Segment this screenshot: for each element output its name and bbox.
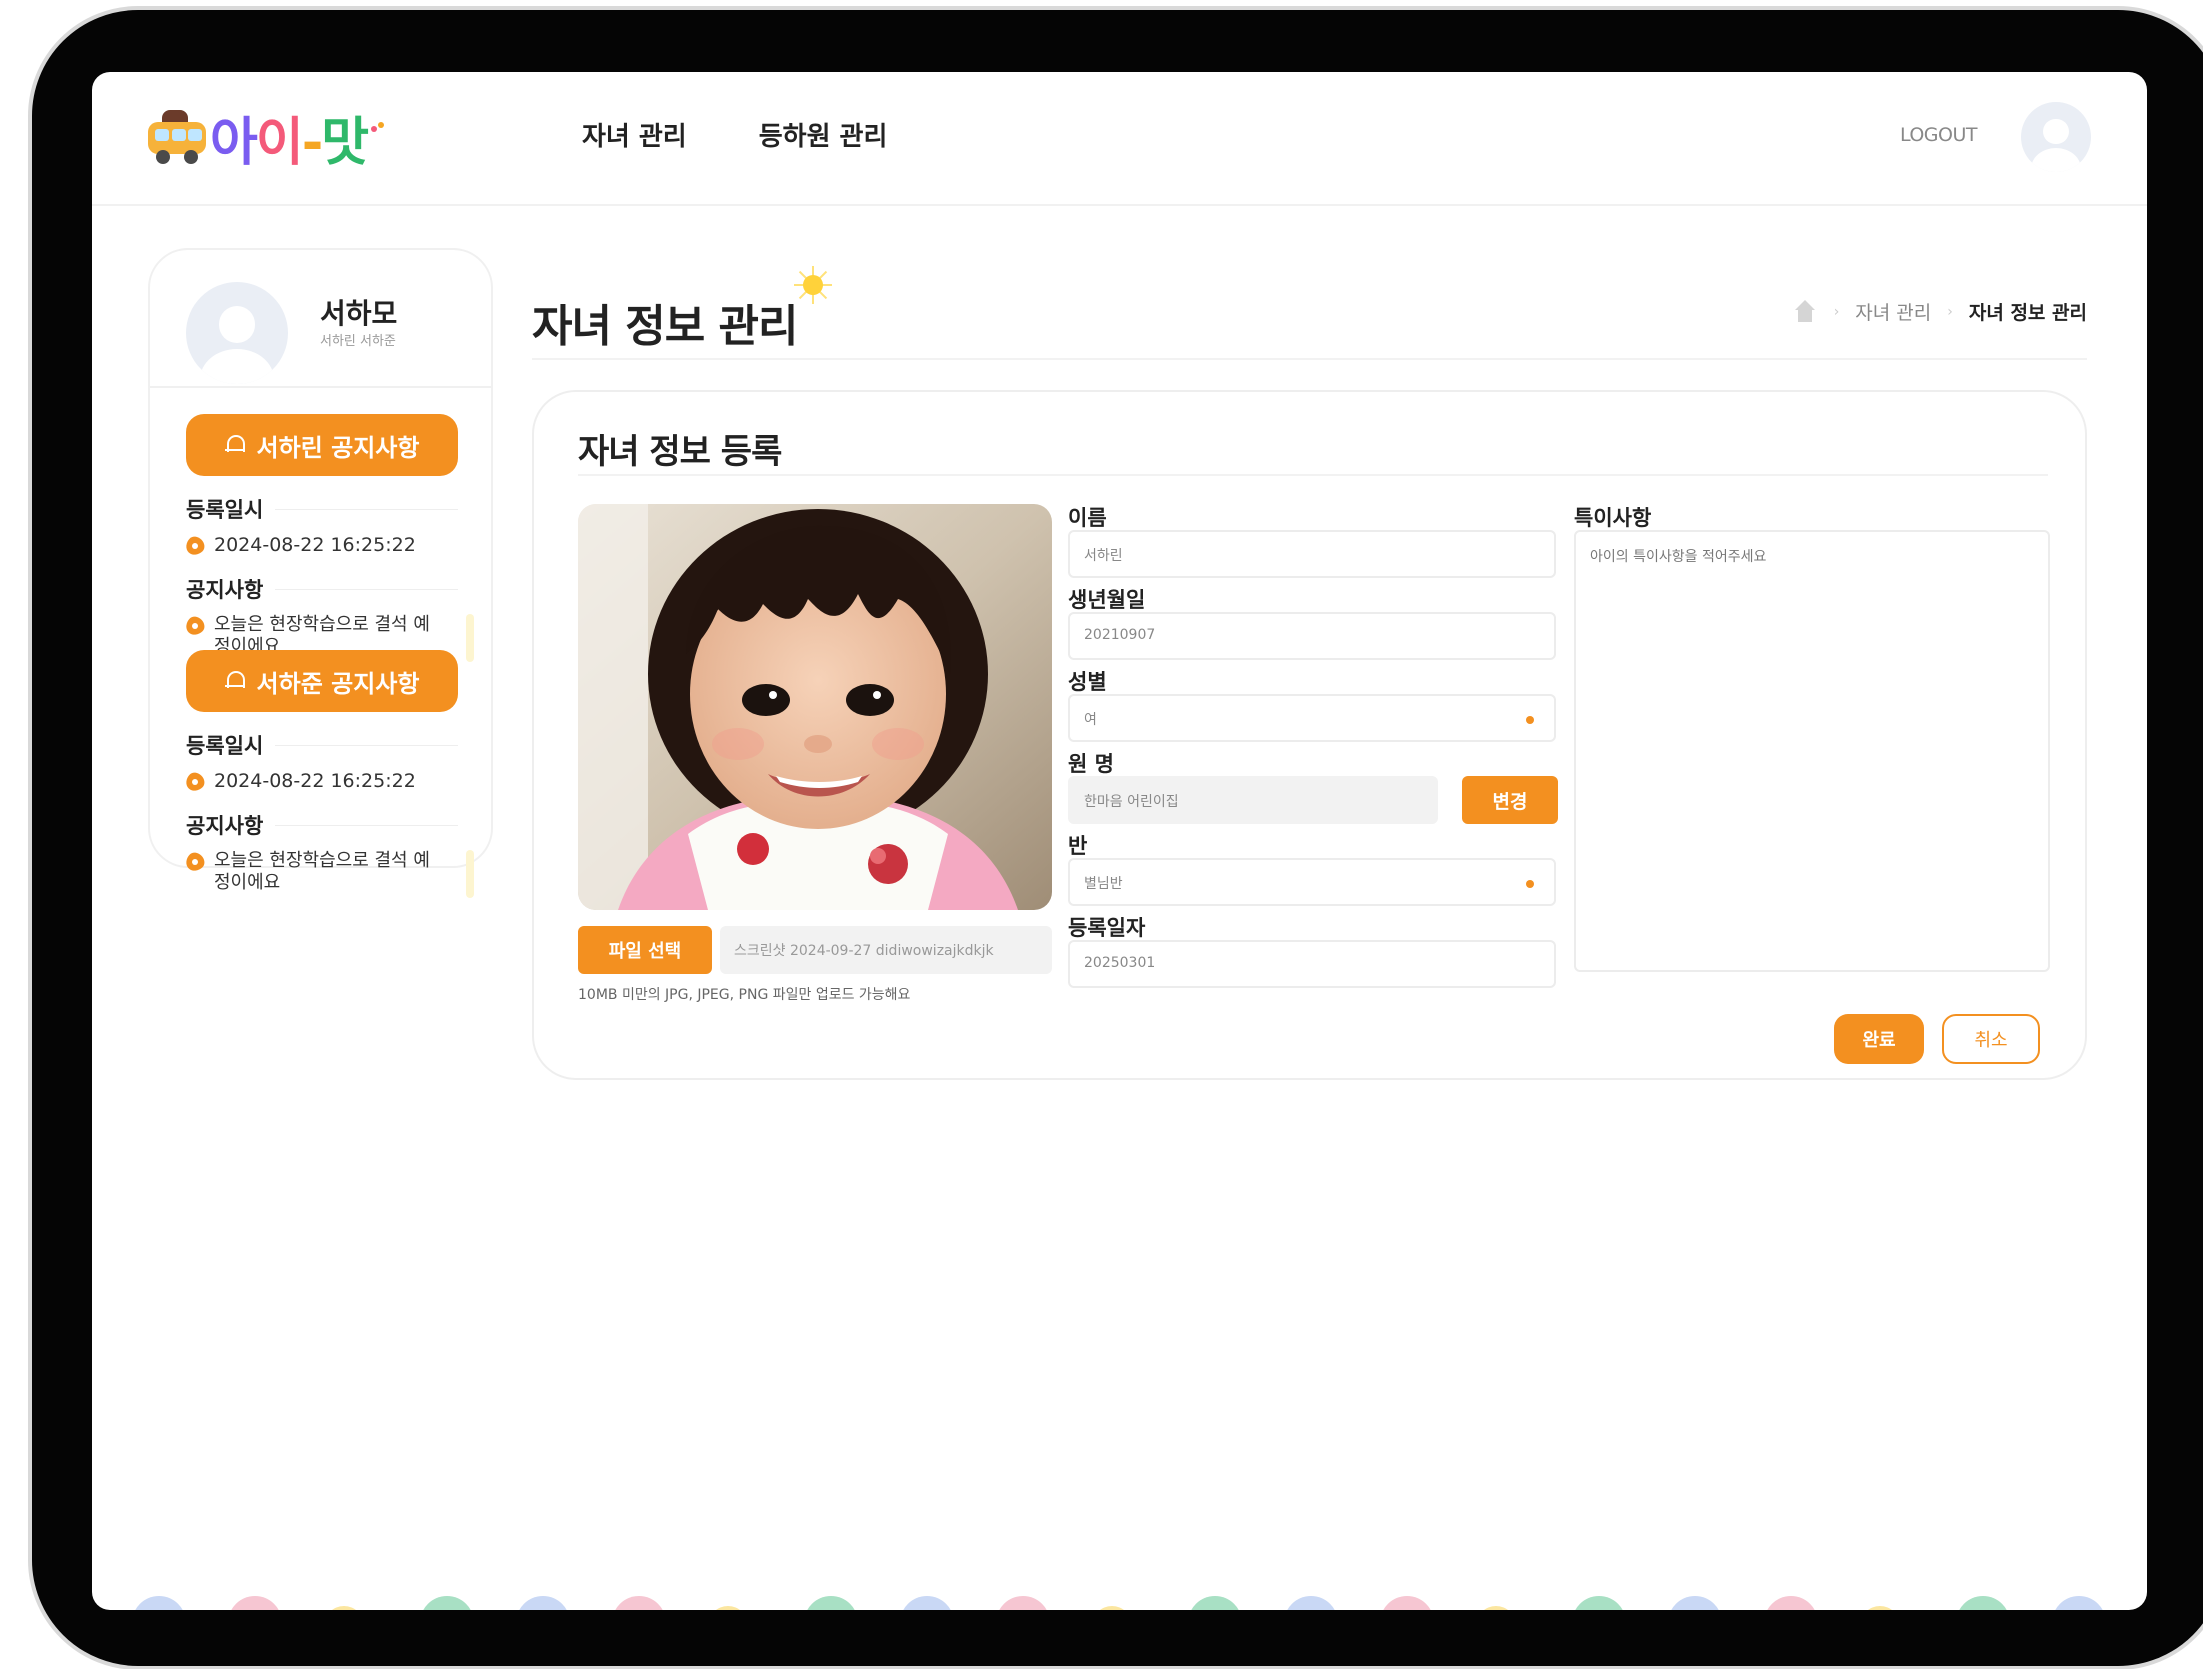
notice-content-row: 오늘은 현장학습으로 결석 예정이에요 xyxy=(186,850,474,898)
profile-avatar xyxy=(186,282,288,384)
divider xyxy=(578,474,2048,476)
notice-button-harin[interactable]: 서하린 공지사항 xyxy=(186,414,458,476)
birth-input[interactable]: 20210907 xyxy=(1068,612,1556,660)
main-nav: 자녀 관리 등하원 관리 xyxy=(582,116,887,153)
notes-textarea[interactable]: 아이의 특이사항을 적어주세요 xyxy=(1574,530,2050,972)
flower-icon xyxy=(186,773,204,791)
flower-icon xyxy=(186,853,204,871)
notice-date-row: 2024-08-22 16:25:22 xyxy=(186,534,458,556)
kindergarten-input: 한마음 어린이집 xyxy=(1068,776,1438,824)
sun-icon xyxy=(794,266,832,304)
scroll-indicator xyxy=(466,850,474,898)
logout-link[interactable]: LOGOUT xyxy=(1900,124,1978,146)
name-label: 이름 xyxy=(1068,506,1107,530)
kindergarten-change-button[interactable]: 변경 xyxy=(1462,776,1558,824)
file-hint: 10MB 미만의 JPG, JPEG, PNG 파일만 업로드 가능해요 xyxy=(578,987,911,1003)
gender-select[interactable]: 여 xyxy=(1068,694,1556,742)
profile-section: 서하모 서하린 서하준 xyxy=(150,250,491,388)
class-label: 반 xyxy=(1068,834,1088,858)
notice-date-value: 2024-08-22 16:25:22 xyxy=(214,770,416,792)
gender-label: 성별 xyxy=(1068,670,1107,694)
dropdown-indicator-icon xyxy=(1526,880,1534,888)
file-select-button[interactable]: 파일 선택 xyxy=(578,926,712,974)
dropdown-indicator-icon xyxy=(1526,716,1534,724)
notice-date-label: 등록일시 xyxy=(186,494,458,524)
form-title: 자녀 정보 등록 xyxy=(578,432,782,472)
done-button[interactable]: 완료 xyxy=(1834,1014,1924,1064)
profile-name: 서하모 xyxy=(320,297,398,330)
kindergarten-label: 원 명 xyxy=(1068,752,1114,776)
notice-card-hajun: 서하준 공지사항 등록일시 2024-08-22 16:25:22 공지사항 오… xyxy=(186,650,474,898)
logo-text: 아이-맛 xyxy=(210,112,369,173)
nav-child-management[interactable]: 자녀 관리 xyxy=(582,116,687,153)
bottom-decoration xyxy=(92,1590,2147,1610)
notice-button-hajun[interactable]: 서하준 공지사항 xyxy=(186,650,458,712)
notice-content-label: 공지사항 xyxy=(186,574,458,604)
breadcrumb: › 자녀 관리 › 자녀 정보 관리 xyxy=(1792,298,2087,325)
reg-date-label: 등록일자 xyxy=(1068,916,1146,940)
breadcrumb-item[interactable]: 자녀 관리 xyxy=(1855,298,1931,325)
child-info-form: 자녀 정보 등록 파일 선택 스크린샷 2024-09-27 didiwowiz… xyxy=(532,390,2087,1080)
user-avatar[interactable] xyxy=(2021,102,2091,172)
name-input[interactable]: 서하린 xyxy=(1068,530,1556,578)
flower-icon xyxy=(186,537,204,555)
bell-icon xyxy=(224,434,245,456)
sidebar: 서하모 서하린 서하준 서하린 공지사항 등록일시 2024-08-22 16:… xyxy=(148,248,493,898)
notes-label: 특이사항 xyxy=(1574,506,1652,530)
app-screen: 아이-맛 자녀 관리 등하원 관리 LOGOUT 서하모 서하린 서하준 서하린… xyxy=(92,72,2147,1610)
flower-icon xyxy=(186,617,204,635)
notice-date-row: 2024-08-22 16:25:22 xyxy=(186,770,458,792)
cancel-button[interactable]: 취소 xyxy=(1942,1014,2040,1064)
notice-date-value: 2024-08-22 16:25:22 xyxy=(214,534,416,556)
top-header: 아이-맛 자녀 관리 등하원 관리 LOGOUT xyxy=(92,72,2147,206)
logo-sparkle-icon xyxy=(369,122,385,152)
birth-label: 생년월일 xyxy=(1068,588,1146,612)
logo[interactable]: 아이-맛 xyxy=(148,102,385,173)
child-photo xyxy=(578,504,1052,910)
notice-text: 오늘은 현장학습으로 결석 예정이에요 xyxy=(214,850,430,893)
profile-children: 서하린 서하준 xyxy=(320,334,396,349)
class-select[interactable]: 별님반 xyxy=(1068,858,1556,906)
chevron-right-icon: › xyxy=(1947,303,1953,320)
file-name-display: 스크린샷 2024-09-27 didiwowizajkdkjk xyxy=(720,926,1052,974)
notice-card-harin: 서하린 공지사항 등록일시 2024-08-22 16:25:22 공지사항 오… xyxy=(186,414,474,662)
notice-date-label: 등록일시 xyxy=(186,730,458,760)
reg-date-input[interactable]: 20250301 xyxy=(1068,940,1556,988)
page-header: 자녀 정보 관리 › 자녀 관리 › 자녀 정보 관리 xyxy=(532,262,2087,360)
chevron-right-icon: › xyxy=(1833,303,1840,320)
notice-content-label: 공지사항 xyxy=(186,810,458,840)
nav-attendance-management[interactable]: 등하원 관리 xyxy=(759,116,888,153)
bus-icon xyxy=(148,110,206,164)
scroll-indicator xyxy=(466,614,474,662)
breadcrumb-current: 자녀 정보 관리 xyxy=(1968,302,2087,324)
page-title: 자녀 정보 관리 xyxy=(532,301,799,352)
home-icon[interactable] xyxy=(1792,299,1818,324)
bell-icon xyxy=(224,670,245,692)
